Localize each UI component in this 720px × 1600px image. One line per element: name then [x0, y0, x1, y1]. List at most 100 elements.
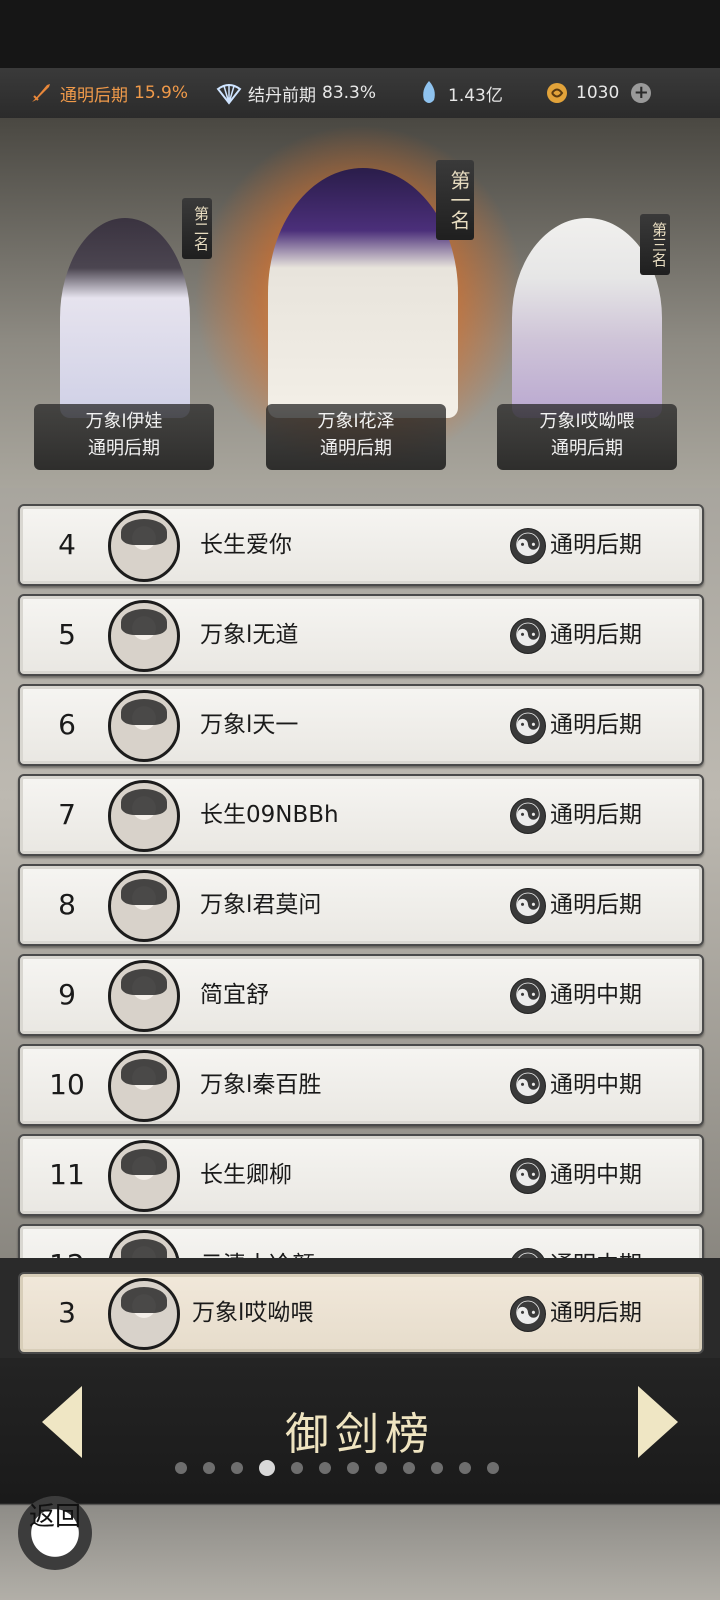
page-dot[interactable] — [231, 1462, 243, 1474]
add-coin-button[interactable]: + — [631, 83, 652, 103]
row-rank: 7 — [58, 798, 76, 831]
third-place-plate: 万象l哎呦喂 通明后期 — [497, 404, 677, 470]
table-row[interactable]: 8 万象l君莫问 通明后期 — [18, 864, 704, 946]
next-board-arrow-icon[interactable] — [638, 1386, 678, 1458]
second-place-plate: 万象l伊娃 通明后期 — [34, 404, 214, 470]
table-row[interactable]: 12 云清丨冷颜 通明中期 — [18, 1224, 704, 1258]
my-avatar[interactable] — [108, 1278, 180, 1350]
row-realm: 通明中期 — [550, 1226, 642, 1258]
second-place-character[interactable] — [60, 218, 190, 418]
my-rank-row[interactable]: 3 万象l哎呦喂 通明后期 — [18, 1272, 704, 1354]
cultivation-second-value: 83.3% — [322, 83, 377, 103]
first-place-name: 万象l花泽 — [317, 411, 395, 432]
my-rank: 3 — [58, 1296, 76, 1329]
cultivation-main-value: 15.9% — [134, 83, 189, 103]
coin-icon — [544, 80, 570, 106]
table-row[interactable]: 5 万象l无道 通明后期 — [18, 594, 704, 676]
row-rank: 11 — [49, 1158, 85, 1191]
row-player-name: 万象l无道 — [200, 622, 299, 648]
page-dot[interactable] — [319, 1462, 331, 1474]
row-player-name: 万象l君莫问 — [200, 892, 322, 918]
page-dot[interactable] — [459, 1462, 471, 1474]
row-player-name: 长生卿柳 — [200, 1162, 292, 1188]
coin-value: 1030 — [576, 83, 620, 103]
table-row[interactable]: 10 万象l秦百胜 通明中期 — [18, 1044, 704, 1126]
avatar[interactable] — [108, 870, 180, 942]
yin-yang-icon — [510, 885, 546, 925]
yin-yang-icon — [510, 795, 546, 835]
back-button[interactable]: 返回 — [18, 1496, 92, 1570]
page-dot[interactable] — [487, 1462, 499, 1474]
ranking-list[interactable]: 4 长生爱你 通明后期 5 万象l无道 通明后期 6 万象l天一 通明后期 7 … — [0, 488, 720, 1258]
avatar[interactable] — [108, 600, 180, 672]
row-player-name: 长生爱你 — [200, 532, 292, 558]
table-row[interactable]: 6 万象l天一 通明后期 — [18, 684, 704, 766]
row-rank: 9 — [58, 978, 76, 1011]
table-row[interactable]: 9 简宜舒 通明中期 — [18, 954, 704, 1036]
page-dot[interactable] — [291, 1462, 303, 1474]
row-rank: 8 — [58, 888, 76, 921]
second-place-tag: 第二名 — [182, 198, 212, 259]
my-realm: 通明后期 — [550, 1300, 642, 1326]
board-title: 御剑榜 — [285, 1409, 435, 1460]
row-player-name: 云清丨冷颜 — [200, 1226, 315, 1258]
third-place-name: 万象l哎呦喂 — [539, 411, 635, 432]
first-place-realm: 通明后期 — [320, 438, 392, 459]
page-dot[interactable] — [375, 1462, 387, 1474]
row-player-name: 万象l天一 — [200, 712, 299, 738]
yin-yang-icon — [510, 975, 546, 1015]
avatar[interactable] — [108, 1230, 180, 1258]
avatar[interactable] — [108, 1050, 180, 1122]
avatar[interactable] — [108, 510, 180, 582]
page-dot[interactable] — [203, 1462, 215, 1474]
page-indicator — [175, 1460, 499, 1476]
row-rank: 4 — [58, 528, 76, 561]
second-place-name: 万象l伊娃 — [85, 411, 163, 432]
page-dot[interactable] — [347, 1462, 359, 1474]
row-rank: 5 — [58, 618, 76, 651]
cultivation-main[interactable]: 通明后期 15.9% — [28, 80, 188, 106]
avatar[interactable] — [108, 1140, 180, 1212]
avatar[interactable] — [108, 690, 180, 762]
board-navigation: 御剑榜 返回 — [0, 1358, 720, 1600]
row-realm: 通明中期 — [550, 1162, 642, 1188]
table-row[interactable]: 4 长生爱你 通明后期 — [18, 504, 704, 586]
sword-icon — [28, 80, 54, 106]
row-realm: 通明后期 — [550, 802, 642, 828]
yin-yang-icon — [510, 1065, 546, 1105]
yin-yang-icon — [510, 1155, 546, 1195]
top-pattern — [0, 0, 720, 68]
row-realm: 通明中期 — [550, 1072, 642, 1098]
cultivation-main-label: 通明后期 — [60, 85, 128, 106]
table-row[interactable]: 11 长生卿柳 通明中期 — [18, 1134, 704, 1216]
page-dot-active[interactable] — [259, 1460, 275, 1476]
table-row[interactable]: 7 长生09NBBh 通明后期 — [18, 774, 704, 856]
page-dot[interactable] — [175, 1462, 187, 1474]
cultivation-second[interactable]: 结丹前期 83.3% — [216, 80, 376, 106]
first-place-character[interactable] — [268, 168, 458, 418]
yin-yang-icon — [510, 1245, 546, 1258]
row-player-name: 长生09NBBh — [200, 802, 339, 828]
coin[interactable]: 1030 + — [544, 80, 652, 106]
cultivation-second-label: 结丹前期 — [248, 85, 316, 106]
avatar[interactable] — [108, 960, 180, 1032]
third-place-tag: 第三名 — [640, 214, 670, 275]
third-place-realm: 通明后期 — [551, 438, 623, 459]
my-name: 万象l哎呦喂 — [192, 1300, 314, 1326]
row-player-name: 万象l秦百胜 — [200, 1072, 322, 1098]
avatar[interactable] — [108, 780, 180, 852]
spirit-stone[interactable]: 1.43亿 — [416, 80, 503, 106]
row-rank: 12 — [42, 1226, 92, 1258]
page-dot[interactable] — [403, 1462, 415, 1474]
row-rank: 10 — [49, 1068, 85, 1101]
page-dot[interactable] — [431, 1462, 443, 1474]
row-realm: 通明后期 — [550, 622, 642, 648]
first-place-plate: 万象l花泽 通明后期 — [266, 404, 446, 470]
row-rank: 6 — [58, 708, 76, 741]
yin-yang-icon — [510, 615, 546, 655]
resource-bar: 通明后期 15.9% 结丹前期 83.3% 1.43亿 1030 + — [0, 68, 720, 118]
spirit-stone-value: 1.43亿 — [448, 85, 503, 106]
second-place-realm: 通明后期 — [88, 438, 160, 459]
yin-yang-icon — [510, 705, 546, 745]
row-realm: 通明中期 — [550, 982, 642, 1008]
